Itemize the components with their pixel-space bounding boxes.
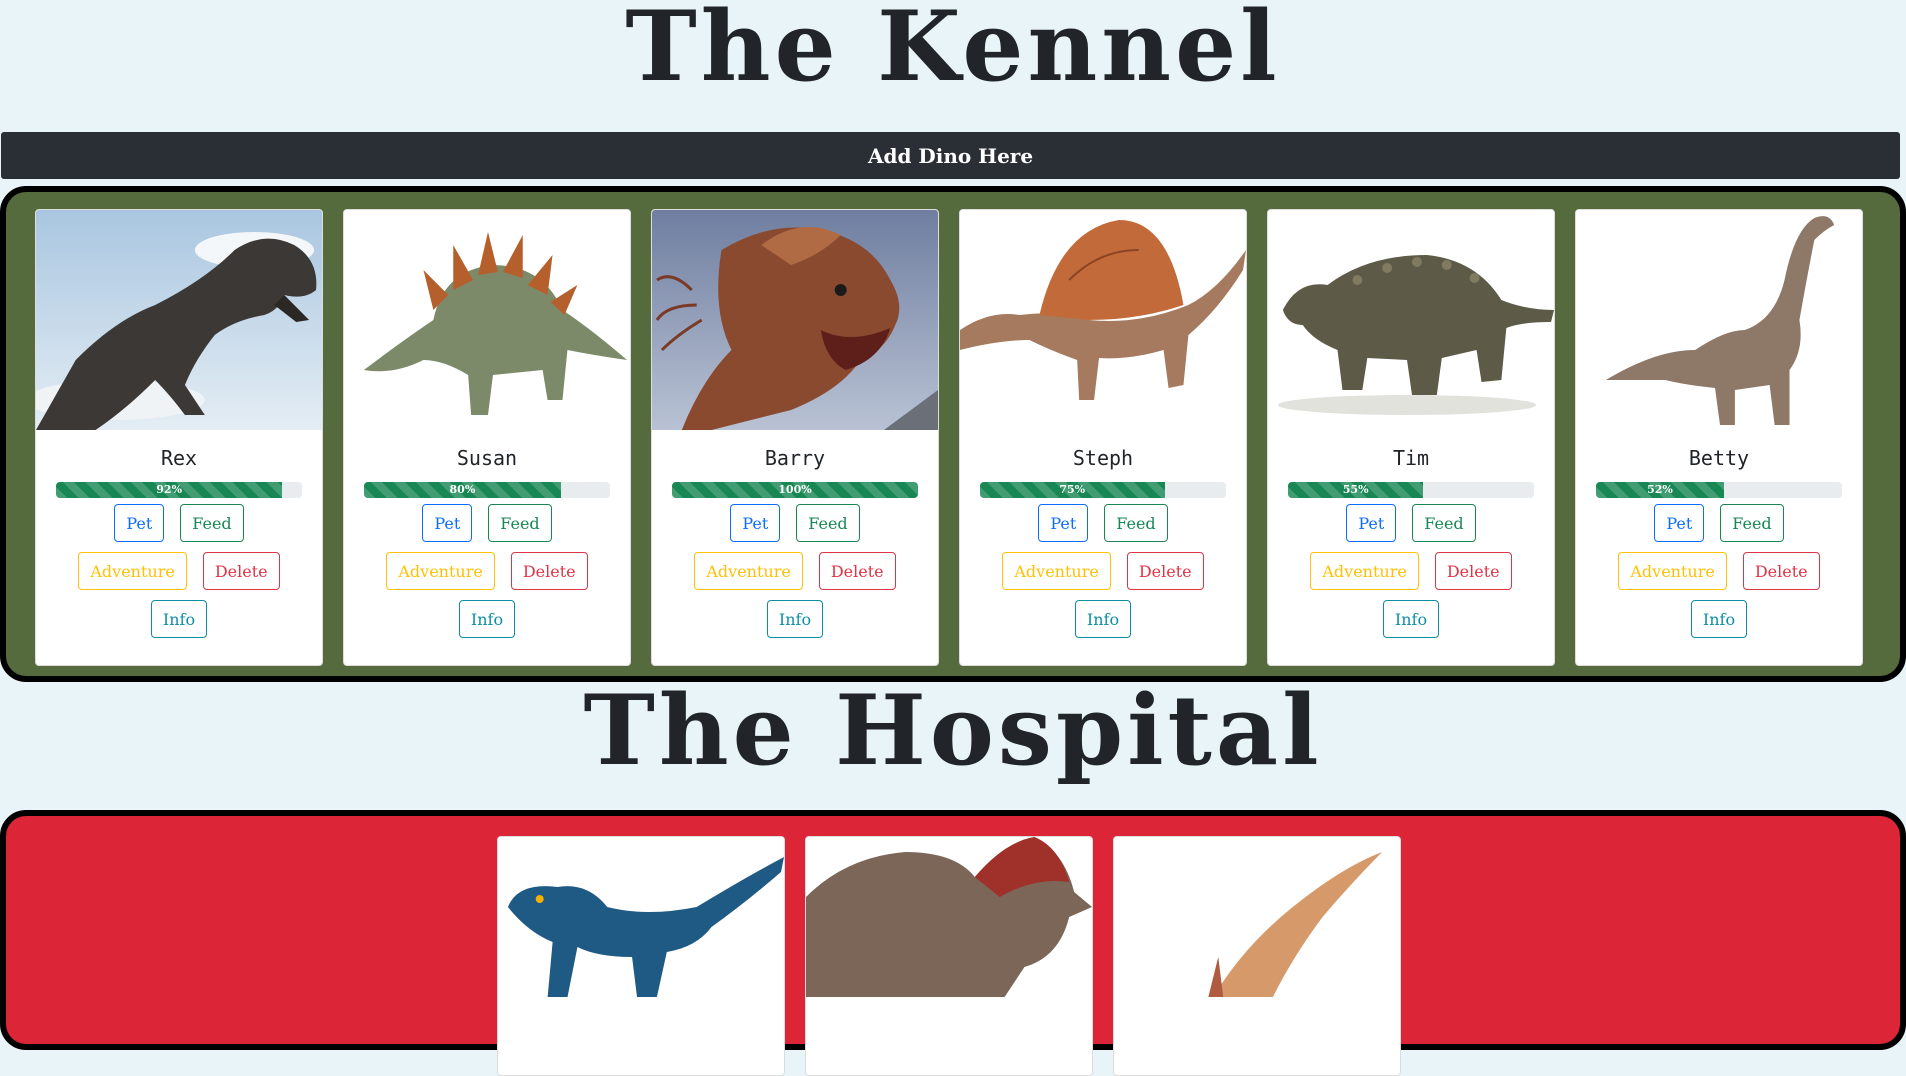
pet-button[interactable]: Pet — [1654, 504, 1705, 542]
dino-name: Tim — [1392, 446, 1430, 470]
hospital-title: The Hospital — [583, 674, 1323, 787]
delete-button[interactable]: Delete — [818, 552, 896, 590]
pet-button[interactable]: Pet — [1346, 504, 1397, 542]
feed-button[interactable]: Feed — [1720, 504, 1784, 542]
pet-button[interactable]: Pet — [422, 504, 473, 542]
health-progress: 100% — [672, 482, 918, 498]
delete-button[interactable]: Delete — [1742, 552, 1820, 590]
pet-button[interactable]: Pet — [1038, 504, 1089, 542]
adventure-button[interactable]: Adventure — [386, 552, 495, 590]
hospital-panel — [0, 810, 1906, 1076]
health-progress-bar: 55% — [1288, 482, 1424, 498]
dino-name: Steph — [1072, 446, 1134, 470]
triceratops-image — [806, 837, 1092, 997]
info-button[interactable]: Info — [458, 600, 516, 638]
hospital-card-velociraptor — [497, 836, 785, 1076]
feed-button[interactable]: Feed — [1104, 504, 1168, 542]
feed-button[interactable]: Feed — [1412, 504, 1476, 542]
health-progress-bar: 80% — [364, 482, 561, 498]
info-button[interactable]: Info — [1074, 600, 1132, 638]
health-progress-bar: 52% — [1596, 482, 1724, 498]
delete-button[interactable]: Delete — [202, 552, 280, 590]
feed-button[interactable]: Feed — [796, 504, 860, 542]
velociraptor-image — [498, 837, 784, 997]
pet-button[interactable]: Pet — [730, 504, 781, 542]
dino-card-rex: Rex 92% Pet Feed Adventure Delete Info — [35, 209, 323, 666]
kennel-panel: Rex 92% Pet Feed Adventure Delete Info S… — [0, 186, 1906, 682]
dilophosaurus-image — [652, 210, 938, 430]
info-button[interactable]: Info — [150, 600, 208, 638]
dino-card-steph: Steph 75% Pet Feed Adventure Delete Info — [959, 209, 1247, 666]
dino-name: Susan — [456, 446, 518, 470]
feed-button[interactable]: Feed — [180, 504, 244, 542]
health-progress: 52% — [1596, 482, 1842, 498]
kennel-title: The Kennel — [625, 0, 1281, 103]
adventure-button[interactable]: Adventure — [694, 552, 803, 590]
dino-card-tim: Tim 55% Pet Feed Adventure Delete Info — [1267, 209, 1555, 666]
spinosaurus-image — [960, 210, 1246, 430]
dino-name: Rex — [160, 446, 198, 470]
delete-button[interactable]: Delete — [510, 552, 588, 590]
health-progress: 92% — [56, 482, 302, 498]
info-button[interactable]: Info — [1690, 600, 1748, 638]
stegosaurus-image — [344, 210, 630, 430]
info-button[interactable]: Info — [1382, 600, 1440, 638]
dino-name: Barry — [764, 446, 826, 470]
pet-button[interactable]: Pet — [114, 504, 165, 542]
health-progress: 75% — [980, 482, 1226, 498]
add-dino-button[interactable]: Add Dino Here — [1, 132, 1900, 179]
health-progress-bar: 100% — [672, 482, 918, 498]
hospital-card-triceratops — [805, 836, 1093, 1076]
dino-card-susan: Susan 80% Pet Feed Adventure Delete Info — [343, 209, 631, 666]
info-button[interactable]: Info — [766, 600, 824, 638]
health-progress-bar: 75% — [980, 482, 1165, 498]
dino-card-betty: Betty 52% Pet Feed Adventure Delete Info — [1575, 209, 1863, 666]
health-progress-bar: 92% — [56, 482, 283, 498]
dino-card-barry: Barry 100% Pet Feed Adventure Delete Inf… — [651, 209, 939, 666]
brachiosaurus-image — [1576, 210, 1862, 430]
pteranodon-image — [1114, 837, 1400, 997]
adventure-button[interactable]: Adventure — [78, 552, 187, 590]
delete-button[interactable]: Delete — [1126, 552, 1204, 590]
hospital-card-pteranodon — [1113, 836, 1401, 1076]
delete-button[interactable]: Delete — [1434, 552, 1512, 590]
ankylosaurus-image — [1268, 210, 1554, 430]
t-rex-image — [36, 210, 322, 430]
dino-name: Betty — [1688, 446, 1750, 470]
health-progress: 80% — [364, 482, 610, 498]
health-progress: 55% — [1288, 482, 1534, 498]
adventure-button[interactable]: Adventure — [1618, 552, 1727, 590]
adventure-button[interactable]: Adventure — [1002, 552, 1111, 590]
adventure-button[interactable]: Adventure — [1310, 552, 1419, 590]
feed-button[interactable]: Feed — [488, 504, 552, 542]
